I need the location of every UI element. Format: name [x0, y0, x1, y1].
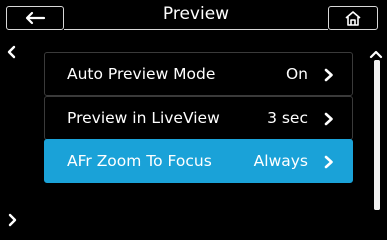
home-button[interactable] [328, 6, 378, 30]
menu-item-value: On [285, 65, 308, 83]
menu-item-label: Preview in LiveView [67, 109, 220, 127]
scrollbar-thumb[interactable] [374, 60, 380, 210]
page-right-button[interactable] [6, 212, 18, 227]
chevron-right-icon [324, 112, 333, 126]
back-button[interactable] [6, 6, 64, 30]
chevron-right-icon [324, 155, 333, 169]
menu-item-label: AFr Zoom To Focus [67, 152, 212, 170]
menu-item-value: Always [253, 152, 308, 170]
back-arrow-icon [25, 11, 46, 25]
chevron-left-icon [7, 45, 16, 59]
chevron-right-icon [8, 213, 17, 227]
menu-item-preview-in-liveview[interactable]: Preview in LiveView 3 sec [44, 96, 353, 140]
menu-item-label: Auto Preview Mode [67, 65, 216, 83]
scroll-up-button[interactable] [369, 44, 383, 59]
home-icon [345, 11, 361, 26]
menu-item-auto-preview-mode[interactable]: Auto Preview Mode On [44, 52, 353, 96]
menu-item-value: 3 sec [267, 109, 308, 127]
title-underline [64, 29, 328, 30]
header-bar: Preview [0, 0, 387, 30]
chevron-up-icon [369, 50, 383, 59]
page-title: Preview [162, 4, 230, 24]
chevron-right-icon [324, 68, 333, 82]
menu-item-afr-zoom-to-focus[interactable]: AFr Zoom To Focus Always [44, 139, 353, 183]
page-left-button[interactable] [6, 44, 18, 59]
